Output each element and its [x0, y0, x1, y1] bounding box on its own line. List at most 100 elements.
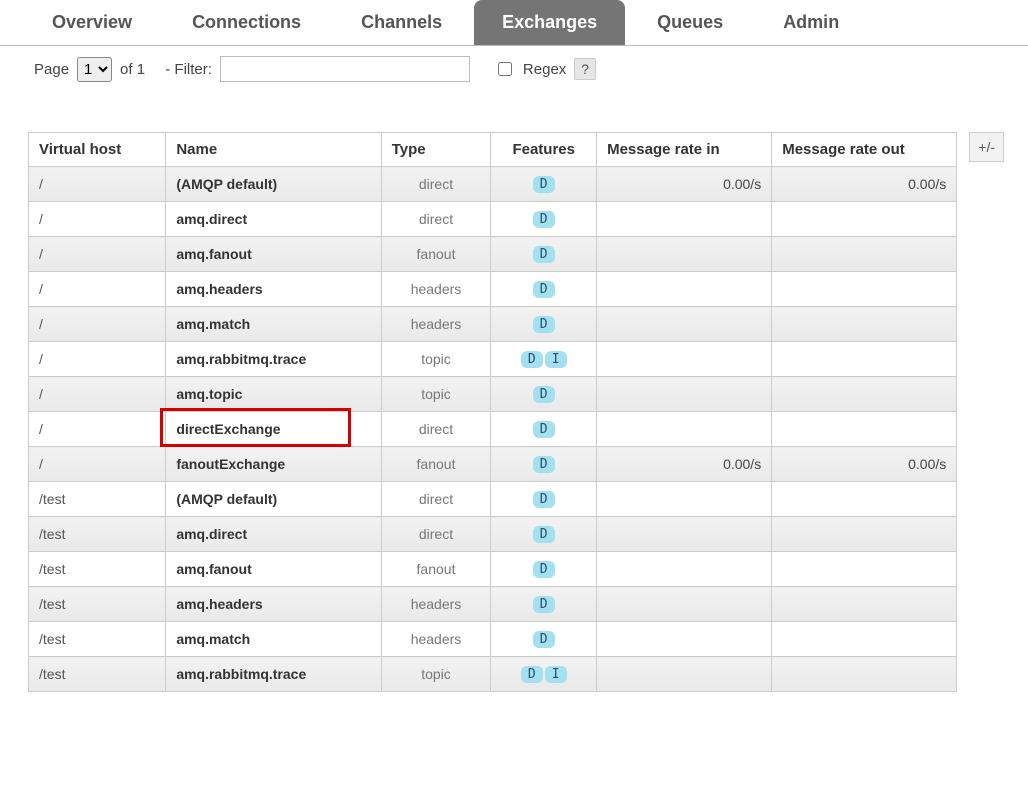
page-of-label: of 1 — [120, 61, 145, 78]
feature-badge-D: D — [533, 386, 555, 403]
cell-type: fanout — [381, 447, 491, 482]
cell-rate-out — [772, 412, 957, 447]
cell-rate-in — [597, 202, 772, 237]
exchange-link[interactable]: amq.fanout — [176, 246, 251, 262]
exchange-link[interactable]: amq.topic — [176, 386, 242, 402]
feature-badge-D: D — [533, 491, 555, 508]
regex-label: Regex — [523, 61, 566, 78]
cell-rate-out — [772, 622, 957, 657]
cell-rate-out — [772, 587, 957, 622]
cell-vhost: /test — [29, 587, 166, 622]
col-rate-out[interactable]: Message rate out — [772, 133, 957, 167]
cell-vhost: / — [29, 342, 166, 377]
cell-features: DI — [491, 657, 597, 692]
cell-name: amq.topic — [166, 377, 381, 412]
feature-badge-D: D — [533, 211, 555, 228]
table-row: /test amq.fanout fanoutD — [29, 552, 957, 587]
cell-rate-in — [597, 657, 772, 692]
table-row: / amq.topic topic D — [29, 377, 957, 412]
table-row: /amq.matchheadersD — [29, 307, 957, 342]
cell-rate-out — [772, 377, 957, 412]
nav-tabs: OverviewConnectionsChannelsExchangesQueu… — [0, 0, 1028, 46]
cell-name: amq.match — [166, 307, 381, 342]
tab-overview[interactable]: Overview — [24, 0, 160, 45]
exchange-link[interactable]: amq.direct — [176, 526, 247, 542]
filter-input[interactable] — [220, 56, 470, 82]
cell-rate-out — [772, 657, 957, 692]
cell-name: fanoutExchange — [166, 447, 381, 482]
cell-name: amq.headers — [166, 272, 381, 307]
cell-name: (AMQP default) — [166, 167, 381, 202]
cell-features: D — [491, 237, 597, 272]
col-vhost[interactable]: Virtual host — [29, 133, 166, 167]
cell-rate-in — [597, 272, 772, 307]
cell-features: D — [491, 377, 597, 412]
tab-admin[interactable]: Admin — [755, 0, 867, 45]
cell-vhost: / — [29, 377, 166, 412]
cell-rate-out — [772, 482, 957, 517]
exchange-link[interactable]: amq.headers — [176, 281, 262, 297]
cell-features: D — [491, 552, 597, 587]
table-row: /testamq.directdirectD — [29, 517, 957, 552]
exchange-link[interactable]: amq.rabbitmq.trace — [176, 666, 306, 682]
exchange-link[interactable]: fanoutExchange — [176, 456, 285, 472]
cell-rate-out: 0.00/s — [772, 167, 957, 202]
col-type[interactable]: Type — [381, 133, 491, 167]
cell-name: directExchange — [166, 412, 381, 447]
exchange-link[interactable]: (AMQP default) — [176, 176, 277, 192]
cell-features: D — [491, 587, 597, 622]
exchange-link[interactable]: amq.rabbitmq.trace — [176, 351, 306, 367]
exchange-link[interactable]: directExchange — [176, 421, 280, 437]
regex-checkbox[interactable] — [498, 62, 512, 76]
cell-name: amq.direct — [166, 517, 381, 552]
cell-name: amq.direct — [166, 202, 381, 237]
exchange-link[interactable]: (AMQP default) — [176, 491, 277, 507]
tab-exchanges[interactable]: Exchanges — [474, 0, 625, 45]
col-features[interactable]: Features — [491, 133, 597, 167]
table-row: /amq.directdirectD — [29, 202, 957, 237]
col-rate-in[interactable]: Message rate in — [597, 133, 772, 167]
cell-rate-in — [597, 622, 772, 657]
cell-type: direct — [381, 482, 491, 517]
cell-rate-out — [772, 342, 957, 377]
tab-channels[interactable]: Channels — [333, 0, 470, 45]
cell-type: headers — [381, 307, 491, 342]
cell-rate-out — [772, 237, 957, 272]
table-row: /test(AMQP default)directD — [29, 482, 957, 517]
cell-name: amq.headers — [166, 587, 381, 622]
cell-vhost: / — [29, 447, 166, 482]
exchange-link[interactable]: amq.match — [176, 631, 250, 647]
exchange-link[interactable]: amq.headers — [176, 596, 262, 612]
cell-rate-out: 0.00/s — [772, 447, 957, 482]
cell-type: headers — [381, 587, 491, 622]
tab-queues[interactable]: Queues — [629, 0, 751, 45]
cell-type: fanout — [381, 552, 491, 587]
cell-rate-in — [597, 412, 772, 447]
tab-connections[interactable]: Connections — [164, 0, 329, 45]
cell-features: D — [491, 622, 597, 657]
cell-rate-out — [772, 202, 957, 237]
exchange-link[interactable]: amq.match — [176, 316, 250, 332]
cell-type: topic — [381, 342, 491, 377]
exchanges-table: Virtual host Name Type Features Message … — [28, 132, 957, 692]
regex-help-icon[interactable]: ? — [574, 58, 596, 80]
cell-type: topic — [381, 377, 491, 412]
add-remove-columns-button[interactable]: +/- — [969, 132, 1004, 162]
cell-features: DI — [491, 342, 597, 377]
cell-rate-in — [597, 482, 772, 517]
cell-name: amq.fanout — [166, 552, 381, 587]
cell-type: fanout — [381, 237, 491, 272]
page-select[interactable]: 1 — [77, 57, 112, 82]
col-name[interactable]: Name — [166, 133, 381, 167]
cell-vhost: /test — [29, 552, 166, 587]
table-header-row: Virtual host Name Type Features Message … — [29, 133, 957, 167]
cell-features: D — [491, 307, 597, 342]
exchange-link[interactable]: amq.fanout — [176, 561, 251, 577]
cell-name: (AMQP default) — [166, 482, 381, 517]
exchange-link[interactable]: amq.direct — [176, 211, 247, 227]
cell-rate-in — [597, 307, 772, 342]
table-row: / amq.rabbitmq.trace topicDI — [29, 342, 957, 377]
feature-badge-D: D — [533, 246, 555, 263]
cell-rate-out — [772, 552, 957, 587]
feature-badge-D: D — [533, 456, 555, 473]
